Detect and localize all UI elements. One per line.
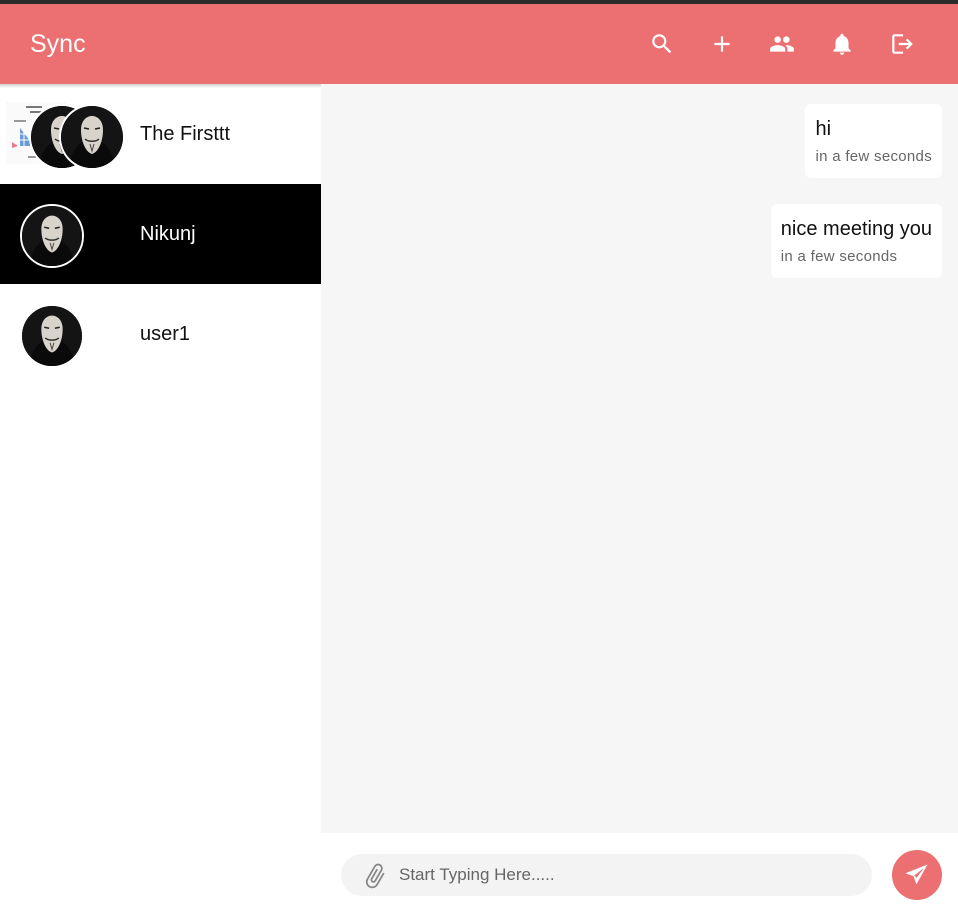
send-button[interactable] xyxy=(892,850,942,900)
group-button[interactable] xyxy=(764,26,800,62)
message-input-wrap xyxy=(341,854,872,896)
chat-name: user1 xyxy=(140,323,191,345)
send-icon xyxy=(905,864,928,885)
message-bubble: nice meeting you in a few seconds xyxy=(770,204,942,278)
chat-item-the-firsttt[interactable]: The Firsttt xyxy=(0,84,321,184)
new-chat-button[interactable] xyxy=(704,26,740,62)
app-title: Sync xyxy=(30,30,86,58)
app-bar: Sync xyxy=(0,4,958,84)
avatar xyxy=(20,204,84,268)
chat-name: The Firsttt xyxy=(140,123,231,145)
logout-icon xyxy=(892,34,913,54)
chat-item-user1[interactable]: user1 xyxy=(0,284,321,384)
attach-button[interactable] xyxy=(361,862,389,890)
chat-item-nikunj[interactable]: Nikunj xyxy=(0,184,321,284)
add-icon xyxy=(714,36,730,52)
message-bubble: hi in a few seconds xyxy=(805,104,942,178)
message-area: hi in a few seconds nice meeting you in … xyxy=(321,84,958,833)
message-input[interactable] xyxy=(399,860,859,890)
bell-icon xyxy=(833,33,851,55)
chat-name: Nikunj xyxy=(140,223,196,245)
avatar xyxy=(22,306,82,366)
paperclip-icon xyxy=(365,863,385,889)
search-button[interactable] xyxy=(644,26,680,62)
message-composer xyxy=(321,833,958,912)
message-time: in a few seconds xyxy=(815,148,932,165)
message-time: in a few seconds xyxy=(780,248,898,265)
notifications-button[interactable] xyxy=(824,26,860,62)
logout-button[interactable] xyxy=(884,26,920,62)
group-icon xyxy=(770,36,794,52)
message-text: hi xyxy=(815,118,832,140)
message-text: nice meeting you xyxy=(780,218,932,240)
search-icon xyxy=(652,34,672,54)
avatar xyxy=(61,106,123,168)
chat-list: The Firsttt Nikunj user1 xyxy=(0,84,321,912)
